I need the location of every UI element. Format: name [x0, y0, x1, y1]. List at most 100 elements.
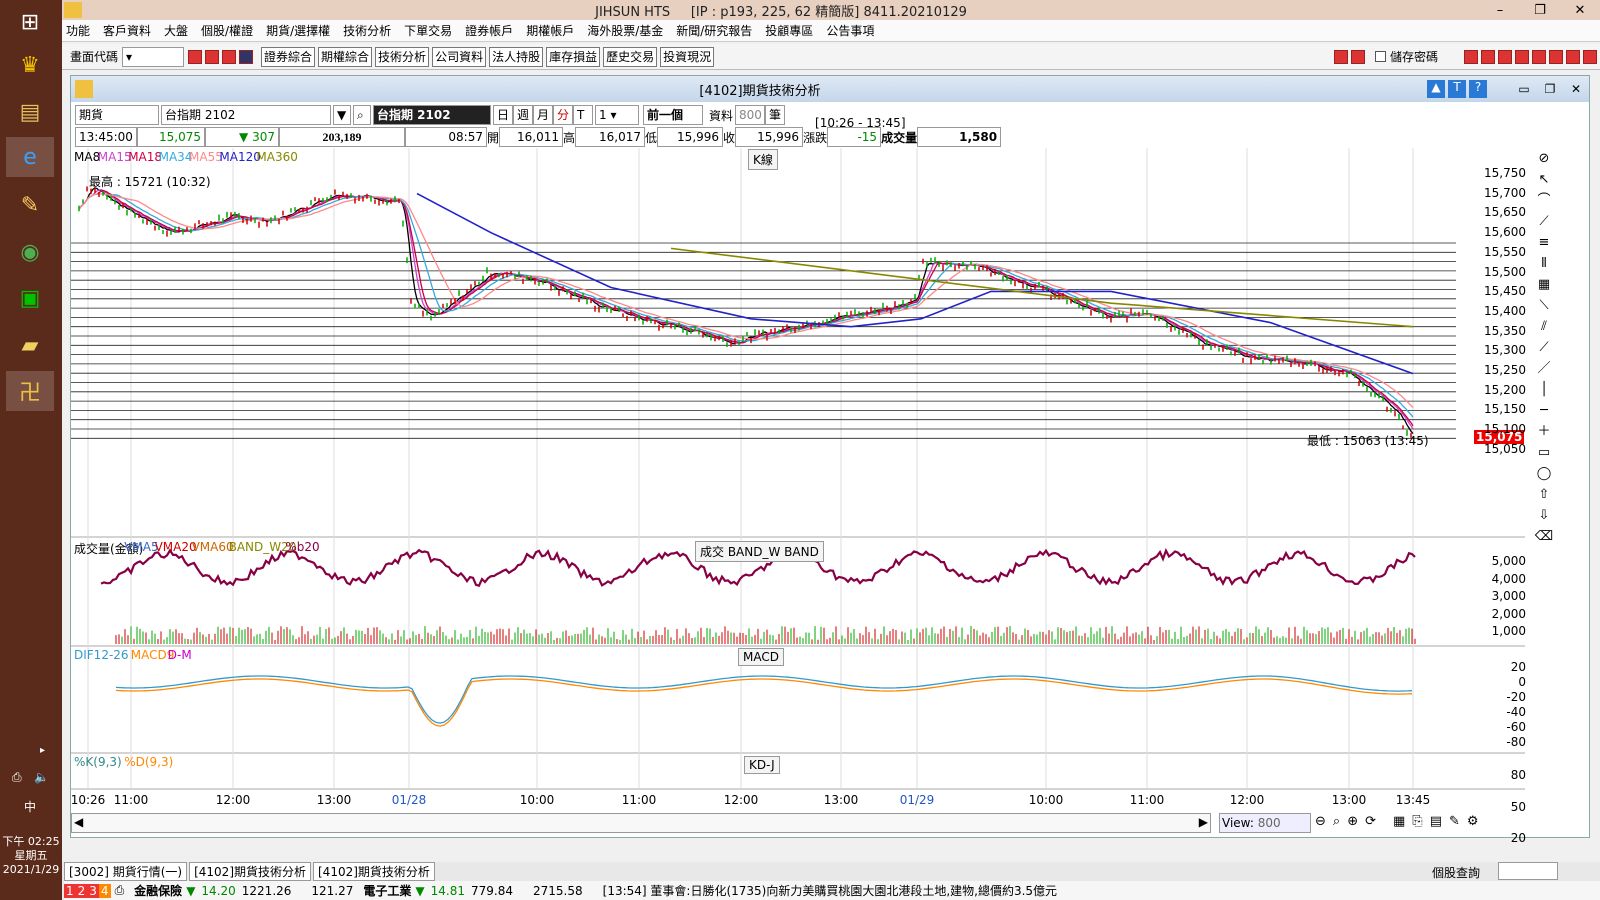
toolbar-button-5[interactable]: 庫存損益 [546, 46, 601, 67]
zoom-in-icon[interactable]: ⊕ [1347, 814, 1358, 829]
interval-select[interactable]: 1 ▾ [595, 105, 639, 125]
expand-tray-icon[interactable]: ▸ [40, 745, 45, 756]
channel-icon[interactable]: ⫽ [1541, 316, 1547, 337]
chart-area[interactable]: MA8 MA15 MA18 MA34 MA55 MA120 MA360 成交量(金額) VMA5… [71, 148, 1591, 845]
restore-icon[interactable]: ❐ [1520, 3, 1560, 18]
ellipse-icon[interactable]: ◯ [1537, 463, 1552, 484]
arrow-down-icon[interactable]: ⇩ [1539, 505, 1550, 526]
line-app-icon[interactable]: ▣ [6, 278, 54, 318]
ticker-item1[interactable]: 金融保險 [134, 882, 182, 899]
crown-app-icon[interactable]: ♛ [6, 45, 54, 85]
toolbar-button-2[interactable]: 技術分析 [375, 46, 430, 67]
cancel-draw-icon[interactable]: ⊘ [1539, 148, 1550, 169]
windows-start-icon[interactable]: ⊞ [6, 2, 54, 42]
settings1-icon[interactable]: ▦ [1393, 814, 1405, 829]
tool-c-icon[interactable] [1498, 49, 1512, 64]
prev-button[interactable]: 前一個 [643, 105, 703, 125]
arrow-up-icon[interactable]: ⇧ [1539, 484, 1550, 505]
minimize-icon[interactable]: – [1480, 3, 1520, 18]
symbol-dropdown-icon[interactable]: ▼ [333, 105, 351, 125]
menu-item-8[interactable]: 期權帳戶 [526, 22, 574, 39]
input-method[interactable]: 中 [24, 798, 36, 815]
menu-item-11[interactable]: 投顧專區 [765, 22, 813, 39]
refresh-icon[interactable]: ⟳ [1365, 814, 1376, 829]
flag-icon[interactable] [1333, 49, 1348, 64]
menu-item-12[interactable]: 公告事項 [826, 22, 874, 39]
layout-1-icon[interactable]: 1 [64, 883, 76, 898]
tool-h-icon[interactable] [1583, 49, 1597, 64]
notes-app-icon[interactable]: ▰ [6, 325, 54, 365]
stock-query-input[interactable] [1498, 862, 1558, 880]
alert-tool-icon[interactable] [222, 49, 237, 64]
period-minute-button[interactable]: 分 [553, 105, 573, 125]
file-explorer-icon[interactable]: ▤ [6, 92, 54, 132]
menu-item-3[interactable]: 個股/權證 [201, 22, 253, 39]
layout-2-icon[interactable]: 2 [75, 883, 88, 898]
view-box[interactable]: View: 800 [1219, 813, 1311, 833]
toolbar-button-4[interactable]: 法人持股 [489, 46, 544, 67]
line-icon[interactable]: ／ [1537, 358, 1550, 379]
t-icon[interactable]: T [1448, 80, 1466, 98]
vline-icon[interactable]: │ [1540, 379, 1548, 400]
copy-icon[interactable]: ⎘ [1412, 814, 1422, 829]
rect-icon[interactable]: ▭ [1538, 442, 1550, 463]
pointer-icon[interactable]: ↖ [1539, 169, 1550, 190]
hline-icon[interactable]: ─ [1540, 400, 1548, 421]
scroll-right-icon[interactable]: ▶ [1199, 815, 1208, 829]
ray-icon[interactable]: ⟋ [1539, 337, 1548, 358]
trend-icon[interactable]: ⟍ [1539, 295, 1548, 316]
close-icon[interactable]: ✕ [1560, 3, 1600, 18]
menu-item-6[interactable]: 下單交易 [404, 22, 452, 39]
flag2-icon[interactable] [1350, 49, 1365, 64]
chrome-icon[interactable]: ◉ [6, 232, 54, 272]
menu-item-9[interactable]: 海外股票/基金 [587, 22, 663, 39]
dropdown-tool-icon[interactable] [239, 49, 254, 64]
layout-4-icon[interactable]: 4 [98, 883, 111, 898]
search-tool-icon[interactable] [188, 49, 203, 64]
window-tab-2[interactable]: [4102]期貨技術分析 [313, 862, 435, 881]
grid-icon[interactable]: ▦ [1538, 274, 1550, 295]
table-icon[interactable]: ▤ [1430, 814, 1442, 829]
vlines-icon[interactable]: ⦀ [1541, 253, 1547, 274]
arc-icon[interactable]: ⌒ [1537, 190, 1550, 211]
menu-item-1[interactable]: 客戶資料 [103, 22, 151, 39]
period-month-button[interactable]: 月 [533, 105, 553, 125]
data-count-input[interactable]: 800 [735, 105, 766, 125]
window-tab-1[interactable]: [4102]期貨技術分析 [189, 862, 311, 881]
layout-3-icon[interactable]: 3 [87, 883, 99, 898]
type-select[interactable]: 期貨 [75, 105, 159, 125]
up-icon[interactable]: ▲ [1427, 80, 1445, 98]
toolbar-button-3[interactable]: 公司資料 [432, 46, 487, 67]
period-tick-button[interactable]: T [573, 105, 593, 125]
tool-a-icon[interactable] [1464, 49, 1478, 64]
chart-canvas[interactable] [71, 148, 1525, 813]
ticker-item2[interactable]: 電子工業 [363, 882, 411, 899]
tool-e-icon[interactable] [1532, 49, 1546, 64]
tool-b-icon[interactable] [1481, 49, 1495, 64]
cross-icon[interactable]: ＋ [1537, 421, 1550, 442]
jihsun-app-icon[interactable]: 卍 [6, 371, 54, 411]
paint-icon[interactable]: ✎ [6, 185, 54, 225]
ticker-news[interactable]: [13:54] 董事會:日勝化(1735)向新力美購買桃園大園北港段土地,建物,… [603, 882, 1057, 899]
menu-item-0[interactable]: 功能 [66, 22, 90, 39]
internet-explorer-icon[interactable]: e [6, 137, 54, 177]
menu-item-5[interactable]: 技術分析 [343, 22, 391, 39]
save-password-checkbox[interactable] [1374, 51, 1386, 62]
toolbar-button-7[interactable]: 投資現況 [660, 46, 715, 67]
zoom-out-icon[interactable]: ⌕ [1333, 814, 1340, 829]
menu-item-10[interactable]: 新聞/研究報告 [676, 22, 752, 39]
tool-g-icon[interactable] [1566, 49, 1580, 64]
symbol-input[interactable]: 台指期 2102 [161, 105, 331, 125]
menu-item-2[interactable]: 大盤 [164, 22, 188, 39]
period-week-button[interactable]: 週 [513, 105, 533, 125]
tool-d-icon[interactable] [1515, 49, 1529, 64]
menu-item-4[interactable]: 期貨/選擇權 [266, 22, 330, 39]
screen-code-input[interactable]: ▾ [122, 46, 185, 67]
inner-restore-icon[interactable]: ❐ [1537, 82, 1563, 96]
inner-minimize-icon[interactable]: ▭ [1511, 82, 1537, 96]
gear-icon[interactable]: ⚙ [1467, 814, 1479, 829]
tool-f-icon[interactable] [1549, 49, 1563, 64]
period-day-button[interactable]: 日 [493, 105, 513, 125]
lock-icon[interactable]: ⎙ [115, 883, 125, 898]
horizontal-scrollbar[interactable]: ◀ ▶ [71, 813, 1211, 833]
